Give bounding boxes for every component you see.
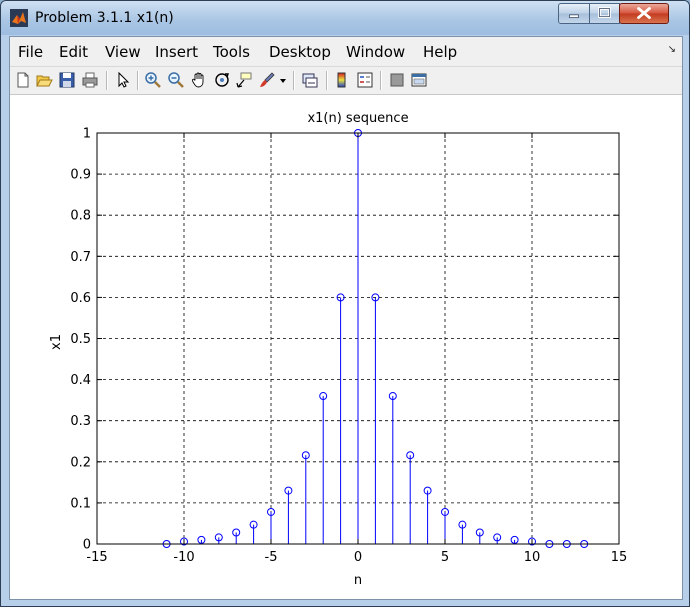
save-icon[interactable] bbox=[58, 71, 76, 89]
legend-icon[interactable] bbox=[356, 71, 374, 89]
zoom-out-icon[interactable] bbox=[167, 71, 185, 89]
link-plot-icon[interactable] bbox=[301, 71, 319, 89]
data-cursor-icon[interactable] bbox=[235, 71, 253, 89]
figure-window: Problem 3.1.1 x1(n) File Edit View Inser… bbox=[0, 0, 690, 607]
brush-icon[interactable] bbox=[258, 71, 276, 89]
hide-plot-tools-icon[interactable] bbox=[388, 71, 406, 89]
minimize-button[interactable] bbox=[558, 3, 590, 24]
y-tick-label: 0.5 bbox=[70, 332, 91, 347]
menu-help[interactable]: Help bbox=[423, 43, 457, 61]
colorbar-icon[interactable] bbox=[333, 71, 351, 89]
x-tick-label: 10 bbox=[524, 550, 541, 565]
x-tick-label: 15 bbox=[611, 550, 628, 565]
x-axis-label: n bbox=[354, 573, 362, 588]
y-tick-label: 0.8 bbox=[70, 209, 91, 224]
minimize-icon bbox=[569, 14, 579, 18]
toolbar-separator bbox=[293, 71, 295, 90]
new-figure-icon[interactable] bbox=[14, 71, 32, 89]
x-tick-label: -5 bbox=[265, 550, 278, 565]
y-tick-label: 0 bbox=[83, 538, 91, 553]
show-plot-tools-icon[interactable] bbox=[410, 71, 428, 89]
rotate-3d-icon[interactable] bbox=[213, 71, 231, 89]
maximize-button[interactable] bbox=[589, 3, 620, 24]
menu-bar: File Edit View Insert Tools Desktop Wind… bbox=[10, 37, 682, 67]
x-tick-label: 0 bbox=[354, 550, 362, 565]
menu-file[interactable]: File bbox=[18, 43, 43, 61]
y-axis-label: x1 bbox=[49, 334, 64, 350]
toolbar-separator bbox=[106, 71, 108, 90]
menu-view[interactable]: View bbox=[105, 43, 141, 61]
y-tick-label: 1 bbox=[83, 127, 91, 142]
y-tick-label: 0.4 bbox=[70, 373, 91, 388]
toolbar-separator bbox=[380, 71, 382, 90]
menu-edit[interactable]: Edit bbox=[59, 43, 88, 61]
toolbar-separator bbox=[137, 71, 139, 90]
title-bar[interactable]: Problem 3.1.1 x1(n) bbox=[1, 1, 689, 35]
y-tick-label: 0.3 bbox=[70, 414, 91, 429]
dock-arrow-icon[interactable]: ↘ bbox=[668, 44, 676, 55]
menu-window[interactable]: Window bbox=[346, 43, 405, 61]
y-tick-label: 0.2 bbox=[70, 455, 91, 470]
stem-plot[interactable]: x1(n) sequence n x1 -15 -10 -5 0 5 10 1500.10.… bbox=[10, 95, 682, 599]
pan-hand-icon[interactable] bbox=[190, 71, 208, 89]
open-file-icon[interactable] bbox=[35, 71, 53, 89]
y-tick-label: 0.1 bbox=[70, 496, 91, 511]
brush-dropdown-icon[interactable] bbox=[278, 71, 288, 89]
figure-canvas[interactable]: x1(n) sequence n x1 -15 -10 -5 0 5 10 15 0 0.1 0.… bbox=[10, 95, 682, 599]
window-title: Problem 3.1.1 x1(n) bbox=[35, 10, 174, 26]
figure-client-area: File Edit View Insert Tools Desktop Wind… bbox=[9, 36, 683, 600]
menu-tools[interactable]: Tools bbox=[213, 43, 250, 61]
axis-ticks: -15 -10 -5 0 5 10 1500.10.20.30.40.50.60.70.80… bbox=[70, 127, 627, 566]
y-tick-label: 0.9 bbox=[70, 168, 91, 183]
figure-toolbar bbox=[10, 67, 682, 95]
y-tick-label: 0.6 bbox=[70, 291, 91, 306]
toolbar-separator bbox=[326, 71, 328, 90]
edit-plot-arrow-icon[interactable] bbox=[114, 71, 132, 89]
menu-desktop[interactable]: Desktop bbox=[269, 43, 331, 61]
print-icon[interactable] bbox=[81, 71, 99, 89]
maximize-icon bbox=[598, 7, 611, 19]
zoom-in-icon[interactable] bbox=[144, 71, 162, 89]
x-tick-label: -10 bbox=[173, 550, 194, 565]
x-tick-label: 5 bbox=[441, 550, 449, 565]
y-tick-label: 0.7 bbox=[70, 250, 91, 265]
matlab-icon bbox=[10, 9, 28, 27]
close-icon bbox=[637, 7, 651, 20]
plot-title: x1(n) sequence bbox=[307, 111, 408, 126]
menu-insert[interactable]: Insert bbox=[155, 43, 198, 61]
close-button[interactable] bbox=[619, 3, 669, 24]
